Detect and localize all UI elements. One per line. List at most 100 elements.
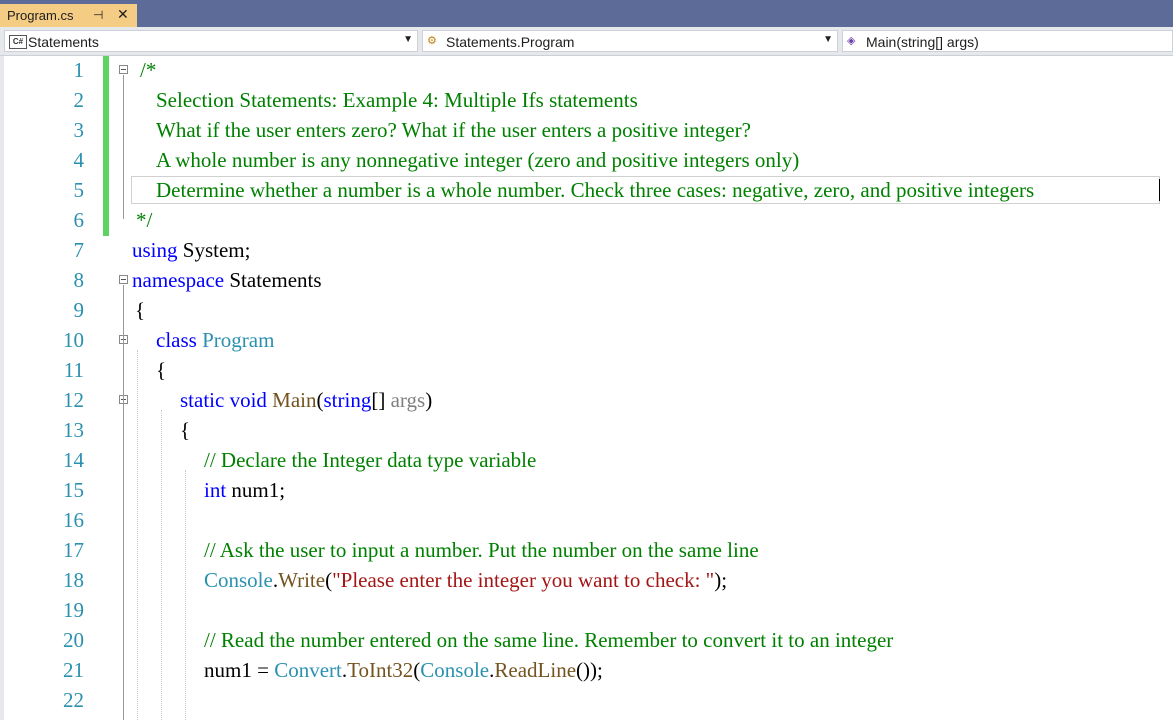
code-text[interactable]: static void Main(string[] args) xyxy=(180,388,432,413)
code-text[interactable]: { xyxy=(156,358,166,383)
code-text[interactable]: What if the user enters zero? What if th… xyxy=(156,118,751,143)
code-line[interactable]: 21 num1 = Convert.ToInt32(Console.ReadLin… xyxy=(0,656,1173,686)
code-line[interactable]: 17 // Ask the user to input a number. Put… xyxy=(0,536,1173,566)
code-token: Main xyxy=(272,388,317,412)
code-text[interactable]: A whole number is any nonnegative intege… xyxy=(156,148,799,173)
change-marker xyxy=(103,176,109,206)
code-line[interactable]: 10 class Program xyxy=(0,326,1173,356)
member-dropdown[interactable]: ◈ Main(string[] args) xyxy=(842,30,1173,52)
code-token: ( xyxy=(325,568,333,592)
project-label: Statements xyxy=(28,34,99,50)
line-number: 9 xyxy=(73,298,85,322)
code-token: // Ask the user to input a number. Put t… xyxy=(204,538,759,562)
line-number: 6 xyxy=(73,208,85,232)
code-token: ( xyxy=(316,388,324,412)
code-text[interactable]: Selection Statements: Example 4: Multipl… xyxy=(156,88,638,113)
code-token: // Declare the Integer data type variabl… xyxy=(204,448,537,472)
line-number: 7 xyxy=(73,238,85,262)
code-text[interactable]: class Program xyxy=(156,328,274,353)
code-text[interactable]: */ xyxy=(136,208,152,233)
code-token: class xyxy=(156,328,197,352)
code-text[interactable]: num1 = Convert.ToInt32(Console.ReadLine(… xyxy=(204,658,603,683)
code-line[interactable]: 14 // Declare the Integer data type varia… xyxy=(0,446,1173,476)
code-line[interactable]: 18 Console.Write("Please enter the intege… xyxy=(0,566,1173,596)
code-text[interactable]: namespace Statements xyxy=(132,268,322,293)
collapse-icon[interactable] xyxy=(119,275,128,284)
indent-guide xyxy=(161,410,163,720)
tab-title[interactable]: Program.cs xyxy=(7,8,73,23)
tab-program-cs[interactable]: Program.cs ⊣ ✕ xyxy=(0,4,137,27)
code-line[interactable]: 22 xyxy=(0,686,1173,716)
line-number: 17 xyxy=(63,538,84,562)
code-line[interactable]: 1 /* xyxy=(0,56,1173,86)
code-line[interactable]: 11 { xyxy=(0,356,1173,386)
line-number: 19 xyxy=(63,598,84,622)
code-token: ) xyxy=(425,388,433,412)
code-token: Program xyxy=(202,328,275,352)
indent-guide xyxy=(137,350,139,720)
code-token: static xyxy=(180,388,225,412)
type-dropdown[interactable]: ⚙ Statements.Program ▼ xyxy=(422,30,838,52)
code-line[interactable]: 5 Determine whether a number is a whole n… xyxy=(0,176,1173,206)
change-marker xyxy=(103,86,109,116)
code-token: Convert xyxy=(274,658,342,682)
code-line[interactable]: 2 Selection Statements: Example 4: Multip… xyxy=(0,86,1173,116)
code-line[interactable]: 7 using System; xyxy=(0,236,1173,266)
code-token: Console xyxy=(204,568,273,592)
code-token: "Please enter the integer you want to ch… xyxy=(332,568,715,592)
code-text[interactable]: // Declare the Integer data type variabl… xyxy=(204,448,536,473)
code-token: int xyxy=(204,478,227,502)
change-marker xyxy=(103,146,109,176)
code-text[interactable]: Console.Write("Please enter the integer … xyxy=(204,568,727,593)
code-token: What if the user enters zero? What if th… xyxy=(156,118,751,142)
code-token: Determine whether a number is a whole nu… xyxy=(156,178,1035,202)
type-label: Statements.Program xyxy=(446,34,575,50)
code-token: /* xyxy=(140,58,157,82)
line-number: 5 xyxy=(73,178,85,202)
code-token: void xyxy=(229,388,267,412)
code-line[interactable]: 4 A whole number is any nonnegative integ… xyxy=(0,146,1173,176)
code-token: num1; xyxy=(226,478,286,502)
collapse-icon[interactable] xyxy=(119,65,128,74)
fold-guide xyxy=(123,75,124,219)
code-token: ToInt32 xyxy=(347,658,414,682)
code-line[interactable]: 9{ xyxy=(0,296,1173,326)
code-line[interactable]: 3 What if the user enters zero? What if t… xyxy=(0,116,1173,146)
code-text[interactable]: { xyxy=(180,418,190,443)
navigation-bar: C# Statements ▼ ⚙ Statements.Program ▼ ◈… xyxy=(0,27,1173,56)
code-line[interactable]: 20 // Read the number entered on the same… xyxy=(0,626,1173,656)
code-text[interactable]: using System; xyxy=(132,238,250,263)
code-line[interactable]: 8 namespace Statements xyxy=(0,266,1173,296)
code-text[interactable]: Determine whether a number is a whole nu… xyxy=(156,178,1034,203)
code-token: { xyxy=(180,418,191,442)
code-text[interactable]: { xyxy=(135,298,145,323)
line-number: 14 xyxy=(63,448,84,472)
code-line[interactable]: 19 xyxy=(0,596,1173,626)
project-dropdown[interactable]: C# Statements ▼ xyxy=(4,30,418,52)
line-number: 8 xyxy=(73,268,85,292)
close-icon[interactable]: ✕ xyxy=(117,6,129,22)
code-text[interactable]: // Ask the user to input a number. Put t… xyxy=(204,538,759,563)
code-token: args xyxy=(390,388,426,412)
member-label: Main(string[] args) xyxy=(866,34,979,50)
code-line[interactable]: 16 xyxy=(0,506,1173,536)
code-text[interactable]: int num1; xyxy=(204,478,285,503)
code-text[interactable]: // Read the number entered on the same l… xyxy=(204,628,893,653)
code-line[interactable]: 12 static void Main(string[] args) xyxy=(0,386,1173,416)
code-text[interactable]: /* xyxy=(140,58,156,83)
line-number: 2 xyxy=(73,88,85,112)
code-editor[interactable]: 1 /* 2 Selection Statements: Example 4: Mul… xyxy=(0,56,1173,720)
chevron-down-icon[interactable]: ▼ xyxy=(403,34,413,45)
line-number: 3 xyxy=(73,118,85,142)
code-token: { xyxy=(135,298,146,322)
fold-guide xyxy=(123,405,124,720)
line-number: 13 xyxy=(63,418,84,442)
code-line[interactable]: 6 */ xyxy=(0,206,1173,236)
code-line[interactable]: 13 { xyxy=(0,416,1173,446)
code-token: Console xyxy=(420,658,490,682)
text-cursor xyxy=(1159,179,1160,201)
pin-icon[interactable]: ⊣ xyxy=(93,7,103,23)
code-token: { xyxy=(156,358,167,382)
chevron-down-icon[interactable]: ▼ xyxy=(823,34,833,45)
code-line[interactable]: 15 int num1; xyxy=(0,476,1173,506)
